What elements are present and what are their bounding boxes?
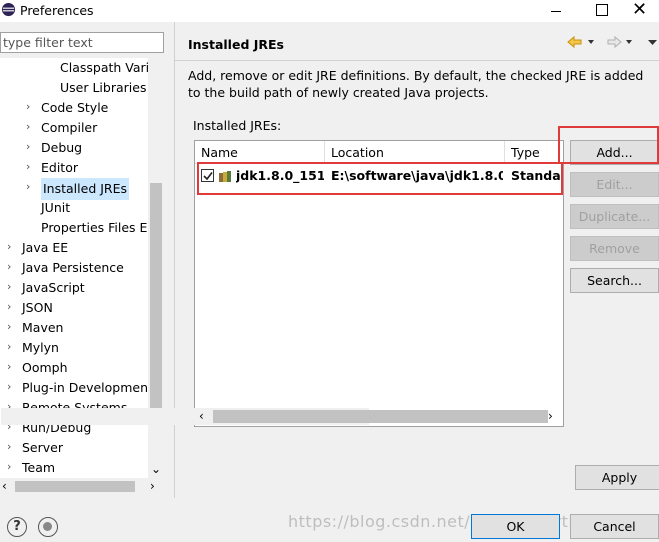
tree-item[interactable]: › Mylyn (0, 338, 148, 358)
tree-item-label: Code Style (41, 100, 109, 115)
expand-chevron-icon[interactable]: › (26, 101, 34, 112)
tree-item-label: User Libraries (60, 80, 147, 95)
tree-item[interactable]: › Team (0, 458, 148, 478)
expand-chevron-icon[interactable]: › (7, 441, 15, 452)
scroll-right-icon[interactable]: › (150, 479, 162, 493)
tree-hscroll-thumb[interactable] (15, 481, 135, 492)
ok-button[interactable]: OK (471, 514, 560, 539)
installed-jres-label: Installed JREs: (193, 118, 282, 133)
tree-item-label: JSON (22, 300, 53, 315)
expand-chevron-icon[interactable]: › (26, 121, 34, 132)
tree-item-label: Maven (22, 320, 64, 335)
duplicate-button[interactable]: Duplicate... (570, 204, 659, 229)
expand-chevron-icon[interactable]: › (26, 181, 34, 192)
search-button[interactable]: Search... (570, 268, 659, 293)
expand-chevron-icon[interactable]: › (7, 301, 15, 312)
remove-button[interactable]: Remove (570, 236, 659, 261)
edit-button[interactable]: Edit... (570, 172, 659, 197)
view-menu-icon[interactable] (646, 34, 659, 50)
tree-item-label: Debug (41, 140, 83, 155)
scroll-down-icon[interactable]: ⌄ (148, 462, 164, 478)
tree-item[interactable]: Properties Files Editor (0, 218, 164, 238)
page-title: Installed JREs (188, 37, 285, 52)
expand-chevron-icon[interactable]: › (7, 281, 15, 292)
expand-chevron-icon[interactable]: › (7, 381, 15, 392)
column-header-name[interactable]: Name (195, 141, 325, 164)
maximize-button[interactable] (580, 0, 620, 22)
apply-button[interactable]: Apply (575, 465, 659, 490)
tree-item[interactable]: JUnit (0, 198, 148, 218)
tree-item-label: Installed JREs (41, 178, 130, 200)
forward-arrow-icon[interactable] (606, 34, 636, 50)
header-separator (175, 60, 659, 61)
tree-item[interactable]: › Editor (0, 158, 148, 178)
tree-item[interactable]: User Libraries (0, 78, 148, 98)
tree-item[interactable]: › Plug-in Development (0, 378, 153, 398)
column-header-type[interactable]: Type (505, 141, 563, 164)
jre-default-checkbox[interactable] (201, 169, 214, 182)
expand-chevron-icon[interactable]: › (7, 241, 15, 252)
tree-item-label: Compiler (41, 120, 98, 135)
tree-item[interactable]: › Oomph (0, 358, 148, 378)
expand-chevron-icon[interactable]: › (26, 161, 34, 172)
close-button[interactable]: ✕ (620, 0, 659, 22)
tree-item[interactable]: › Code Style (0, 98, 148, 118)
filter-input[interactable] (0, 32, 164, 53)
expand-chevron-icon[interactable]: › (7, 321, 15, 332)
jre-table[interactable]: Name Location Type jdk1.8.0_151... E:\so… (194, 140, 564, 427)
help-icon[interactable]: ? (7, 517, 27, 537)
expand-chevron-icon[interactable]: › (7, 361, 15, 372)
tree-item[interactable]: Classpath Variables (0, 58, 164, 78)
jre-location-cell: E:\software\java\jdk1.8.0_... (331, 168, 503, 183)
expand-chevron-icon[interactable]: › (26, 141, 34, 152)
tree-item[interactable]: › Java EE (0, 238, 148, 258)
tree-item[interactable]: › JSON (0, 298, 148, 318)
tree-item[interactable]: › Server (0, 438, 148, 458)
tree-item-label: Java Persistence (22, 260, 124, 275)
tree-item-label: JUnit (41, 200, 71, 215)
minimize-button[interactable] (536, 0, 576, 22)
scroll-right-icon[interactable]: › (548, 409, 560, 423)
tree-item-label: Mylyn (22, 340, 59, 355)
tree-item-label: Java EE (22, 240, 69, 255)
expand-chevron-icon[interactable]: › (7, 461, 15, 472)
table-row[interactable]: jdk1.8.0_151... E:\software\java\jdk1.8.… (195, 165, 563, 187)
expand-chevron-icon[interactable]: › (7, 261, 15, 272)
tree-item-label: Oomph (22, 360, 68, 375)
tree-item-label: Team (22, 460, 56, 475)
jre-type-cell: Standard (511, 168, 563, 183)
tree-item[interactable]: › Compiler (0, 118, 148, 138)
pane-divider[interactable] (174, 22, 175, 498)
scroll-left-icon[interactable]: ‹ (199, 409, 211, 423)
import-export-icon[interactable] (38, 517, 58, 537)
jre-name-cell: jdk1.8.0_151... (236, 168, 324, 183)
tree-item-label: JavaScript (22, 280, 85, 295)
tree-item-label: Properties Files Editor (41, 220, 164, 235)
back-arrow-icon[interactable] (566, 34, 596, 50)
tree-scroll-thumb[interactable] (150, 183, 162, 409)
eclipse-app-icon (1, 2, 16, 17)
tree-item[interactable]: › Debug (0, 138, 148, 158)
tree-item-label: Plug-in Development (22, 380, 153, 395)
scroll-left-icon[interactable]: ‹ (2, 479, 14, 493)
cancel-button[interactable]: Cancel (570, 514, 659, 539)
add-button[interactable]: Add... (570, 140, 659, 165)
tree-item[interactable]: › Maven (0, 318, 148, 338)
tree-item[interactable]: › JavaScript (0, 278, 148, 298)
tree-item-label: Server (22, 440, 63, 455)
jre-library-icon (219, 171, 231, 182)
page-description: Add, remove or edit JRE definitions. By … (188, 68, 644, 100)
column-header-location[interactable]: Location (325, 141, 505, 164)
tree-item-label: Editor (41, 160, 78, 175)
table-hscroll-thumb[interactable] (213, 410, 548, 423)
tree-item[interactable]: › Installed JREs (0, 178, 148, 200)
tree-item[interactable]: › Java Persistence (0, 258, 148, 278)
window-title: Preferences (20, 3, 94, 18)
expand-chevron-icon[interactable]: › (7, 341, 15, 352)
